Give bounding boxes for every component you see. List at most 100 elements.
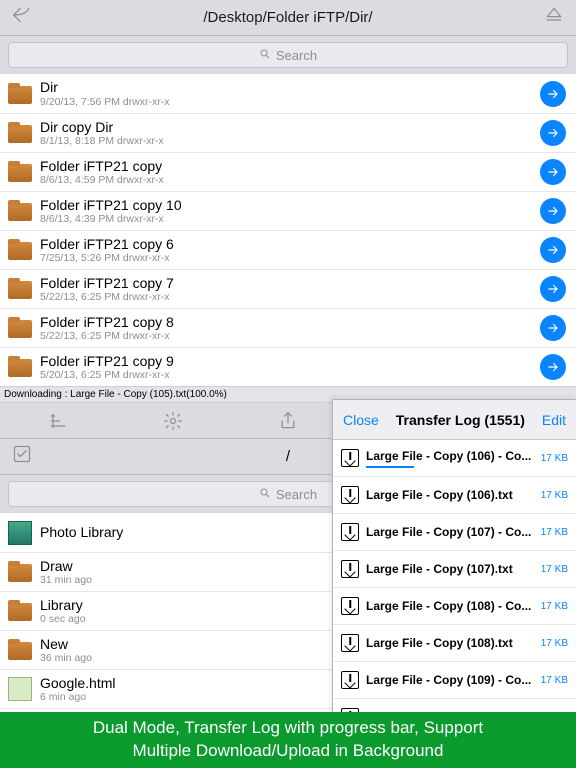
file-meta: 8/6/13, 4:59 PM drwxr-xr-x bbox=[40, 174, 532, 186]
file-meta: 8/6/13, 4:39 PM drwxr-xr-x bbox=[40, 213, 532, 225]
table-row[interactable]: Folder iFTP21 copy 6 7/25/13, 5:26 PM dr… bbox=[0, 230, 576, 269]
download-icon bbox=[341, 597, 359, 615]
gear-icon[interactable] bbox=[115, 411, 230, 431]
share-icon[interactable] bbox=[230, 411, 345, 431]
action-button[interactable] bbox=[540, 159, 566, 185]
search-icon bbox=[259, 48, 271, 63]
file-name: Folder iFTP21 copy 10 bbox=[40, 197, 532, 213]
file-meta: 5/22/13, 6:25 PM drwxr-xr-x bbox=[40, 330, 532, 342]
table-row[interactable]: Folder iFTP21 copy 8 5/22/13, 6:25 PM dr… bbox=[0, 308, 576, 347]
folder-icon bbox=[8, 160, 32, 184]
download-icon bbox=[341, 486, 359, 504]
file-name: Folder iFTP21 copy 8 bbox=[40, 314, 532, 330]
file-meta: 8/1/13, 8:18 PM drwxr-xr-x bbox=[40, 135, 532, 147]
eject-icon[interactable] bbox=[532, 5, 576, 31]
transfer-size: 17 KB bbox=[541, 638, 568, 649]
select-icon[interactable] bbox=[0, 444, 44, 469]
folder-icon bbox=[8, 277, 32, 301]
transfer-log-item[interactable]: Large File - Copy (107) - Co... 17 KB bbox=[333, 514, 576, 551]
pl-icon bbox=[8, 521, 32, 545]
transfer-text: Large File - Copy (108).txt bbox=[366, 636, 534, 650]
action-button[interactable] bbox=[540, 237, 566, 263]
download-icon bbox=[341, 523, 359, 541]
remote-search-wrap: Search bbox=[0, 36, 576, 74]
row-text: Folder iFTP21 copy 7 5/22/13, 6:25 PM dr… bbox=[40, 275, 532, 303]
html-icon bbox=[8, 677, 32, 701]
folder-icon bbox=[8, 238, 32, 262]
table-row[interactable]: Folder iFTP21 copy 10 8/6/13, 4:39 PM dr… bbox=[0, 191, 576, 230]
transfer-name: Large File - Copy (108) - Co... bbox=[366, 599, 534, 613]
row-text: Dir copy Dir 8/1/13, 8:18 PM drwxr-xr-x bbox=[40, 119, 532, 147]
transfer-size: 17 KB bbox=[541, 527, 568, 538]
transfer-log-item[interactable]: Large File - Copy (107).txt 17 KB bbox=[333, 551, 576, 588]
transfer-log-item[interactable]: Large File - Copy (106).txt 17 KB bbox=[333, 477, 576, 514]
transfer-size: 17 KB bbox=[541, 453, 568, 464]
action-button[interactable] bbox=[540, 315, 566, 341]
banner-line: Dual Mode, Transfer Log with progress ba… bbox=[93, 717, 483, 740]
download-icon bbox=[341, 449, 359, 467]
transfer-size: 17 KB bbox=[541, 675, 568, 686]
transfer-log-item[interactable]: Large File - Copy (109) - Co... 17 KB bbox=[333, 662, 576, 699]
folder-icon bbox=[8, 638, 32, 662]
table-row[interactable]: Dir 9/20/13, 7:56 PM drwxr-xr-x bbox=[0, 74, 576, 113]
progress-bar bbox=[366, 466, 414, 468]
file-meta: 5/22/13, 6:25 PM drwxr-xr-x bbox=[40, 291, 532, 303]
transfer-text: Large File - Copy (106).txt bbox=[366, 488, 534, 502]
edit-button[interactable]: Edit bbox=[542, 412, 566, 428]
file-name: Folder iFTP21 copy bbox=[40, 158, 532, 174]
transfer-name: Large File - Copy (106) - Co... bbox=[366, 449, 534, 463]
remote-file-list: Dir 9/20/13, 7:56 PM drwxr-xr-x Dir copy… bbox=[0, 74, 576, 386]
top-toolbar: /Desktop/Folder iFTP/Dir/ bbox=[0, 0, 576, 36]
transfer-text: Large File - Copy (108) - Co... bbox=[366, 599, 534, 613]
transfer-size: 17 KB bbox=[541, 490, 568, 501]
transfer-log-item[interactable]: Large File - Copy (108) - Co... 17 KB bbox=[333, 588, 576, 625]
folder-icon bbox=[8, 82, 32, 106]
download-icon bbox=[341, 634, 359, 652]
action-button[interactable] bbox=[540, 120, 566, 146]
table-row[interactable]: Folder iFTP21 copy 7 5/22/13, 6:25 PM dr… bbox=[0, 269, 576, 308]
file-meta: 7/25/13, 5:26 PM drwxr-xr-x bbox=[40, 252, 532, 264]
transfer-name: Large File - Copy (106).txt bbox=[366, 488, 534, 502]
file-name: Dir copy Dir bbox=[40, 119, 532, 135]
back-icon[interactable] bbox=[0, 5, 44, 31]
transfer-log-item[interactable]: Large File - Copy (108).txt 17 KB bbox=[333, 625, 576, 662]
transfer-size: 17 KB bbox=[541, 564, 568, 575]
page-title: /Desktop/Folder iFTP/Dir/ bbox=[44, 9, 532, 26]
action-button[interactable] bbox=[540, 81, 566, 107]
popover-title: Transfer Log (1551) bbox=[379, 412, 542, 428]
row-text: Folder iFTP21 copy 8/6/13, 4:59 PM drwxr… bbox=[40, 158, 532, 186]
action-button[interactable] bbox=[540, 276, 566, 302]
folder-icon bbox=[8, 560, 32, 584]
search-placeholder: Search bbox=[276, 487, 317, 502]
transfer-text: Large File - Copy (106) - Co... bbox=[366, 449, 534, 468]
folder-icon bbox=[8, 355, 32, 379]
row-text: Folder iFTP21 copy 10 8/6/13, 4:39 PM dr… bbox=[40, 197, 532, 225]
folder-icon bbox=[8, 199, 32, 223]
popover-header: Close Transfer Log (1551) Edit bbox=[333, 400, 576, 440]
row-text: Folder iFTP21 copy 6 7/25/13, 5:26 PM dr… bbox=[40, 236, 532, 264]
transfer-text: Large File - Copy (107) - Co... bbox=[366, 525, 534, 539]
transfer-name: Large File - Copy (107).txt bbox=[366, 562, 534, 576]
folder-icon bbox=[8, 316, 32, 340]
table-row[interactable]: Folder iFTP21 copy 9 5/20/13, 6:25 PM dr… bbox=[0, 347, 576, 386]
search-placeholder: Search bbox=[276, 48, 317, 63]
transfer-name: Large File - Copy (107) - Co... bbox=[366, 525, 534, 539]
sort-icon[interactable] bbox=[0, 411, 115, 431]
action-button[interactable] bbox=[540, 354, 566, 380]
transfer-log-item[interactable]: Large File - Copy (106) - Co... 17 KB bbox=[333, 440, 576, 477]
action-button[interactable] bbox=[540, 198, 566, 224]
file-name: Dir bbox=[40, 79, 532, 95]
close-button[interactable]: Close bbox=[343, 412, 379, 428]
search-input[interactable]: Search bbox=[8, 42, 568, 68]
search-icon bbox=[259, 487, 271, 502]
file-meta: 9/20/13, 7:56 PM drwxr-xr-x bbox=[40, 96, 532, 108]
row-text: Folder iFTP21 copy 9 5/20/13, 6:25 PM dr… bbox=[40, 353, 532, 381]
file-name: Folder iFTP21 copy 6 bbox=[40, 236, 532, 252]
file-name: Folder iFTP21 copy 9 bbox=[40, 353, 532, 369]
transfer-log-list: Large File - Copy (106) - Co... 17 KB La… bbox=[333, 440, 576, 737]
table-row[interactable]: Dir copy Dir 8/1/13, 8:18 PM drwxr-xr-x bbox=[0, 113, 576, 152]
file-name: Folder iFTP21 copy 7 bbox=[40, 275, 532, 291]
table-row[interactable]: Folder iFTP21 copy 8/6/13, 4:59 PM drwxr… bbox=[0, 152, 576, 191]
transfer-name: Large File - Copy (109) - Co... bbox=[366, 673, 534, 687]
download-icon bbox=[341, 671, 359, 689]
